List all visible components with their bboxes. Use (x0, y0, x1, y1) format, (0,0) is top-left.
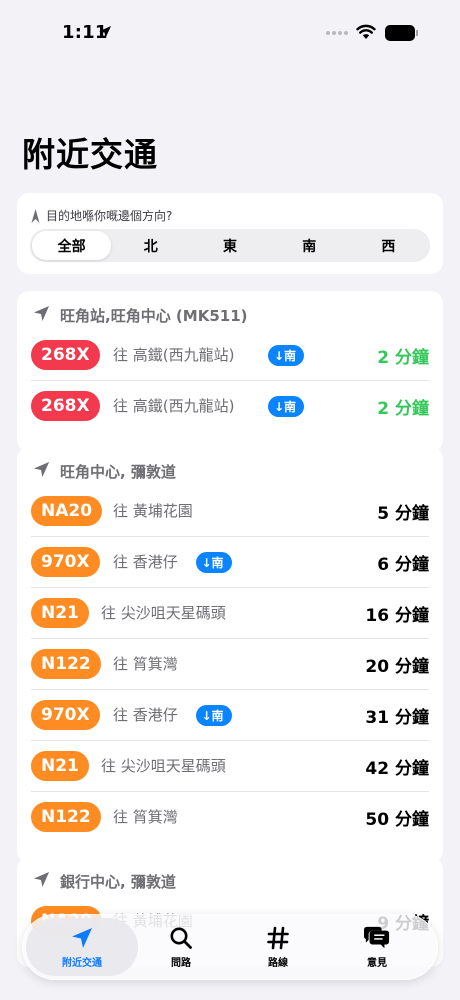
tab-directions[interactable]: 問路 (133, 914, 229, 980)
destination-label: 往 高鐵(西九龍站) (113, 346, 235, 364)
tab-bar: 附近交通 問路 路線 意見 (22, 914, 438, 980)
compass-person-icon (31, 208, 40, 223)
eta-label: 16 分鐘 (365, 606, 429, 626)
destination-label: 往 香港仔 (113, 553, 178, 571)
stop-name: 旺角中心, 彌敦道 (60, 463, 176, 481)
page-title: 附近交通 (22, 135, 158, 174)
eta-row[interactable]: 268X 往 高鐵(西九龍站) ↓南 2 分鐘 (31, 381, 429, 432)
destination-label: 往 尖沙咀天星碼頭 (101, 604, 226, 622)
eta-label: 6 分鐘 (377, 555, 429, 575)
location-services-icon (99, 26, 111, 38)
direction-option-east[interactable]: 東 (190, 231, 269, 260)
tab-feedback[interactable]: 意見 (329, 914, 425, 980)
direction-option-south[interactable]: 南 (270, 231, 349, 260)
route-number-badge: 268X (31, 391, 100, 421)
destination-label: 往 高鐵(西九龍站) (113, 397, 235, 415)
eta-row[interactable]: 268X 往 高鐵(西九龍站) ↓南 2 分鐘 (31, 330, 429, 381)
direction-badge: ↓南 (195, 705, 232, 726)
eta-row[interactable]: N122 往 筲箕灣 50 分鐘 (31, 792, 429, 843)
tab-routes-label: 路線 (268, 958, 288, 969)
hashtag-icon (265, 925, 291, 951)
direction-badge: ↓南 (195, 552, 232, 573)
eta-label: 2 分鐘 (377, 348, 429, 368)
destination-label: 往 黃埔花園 (113, 502, 193, 520)
direction-hint: 目的地喺你嘅邊個方向? (31, 207, 172, 224)
direction-option-west[interactable]: 西 (349, 231, 428, 260)
eta-row[interactable]: NA20 往 黃埔花園 5 分鐘 (31, 486, 429, 537)
direction-hint-label: 目的地喺你嘅邊個方向? (46, 209, 173, 223)
location-arrow-icon (69, 925, 95, 951)
eta-row[interactable]: N122 往 筲箕灣 20 分鐘 (31, 639, 429, 690)
eta-label: 31 分鐘 (365, 708, 429, 728)
location-arrow-icon (33, 871, 50, 892)
destination-label: 往 香港仔 (113, 706, 178, 724)
eta-label: 20 分鐘 (365, 657, 429, 677)
direction-segmented-control: 全部 北 東 南 西 (30, 229, 430, 262)
route-number-badge: 970X (31, 547, 100, 577)
direction-option-north[interactable]: 北 (111, 231, 190, 260)
location-arrow-icon (33, 461, 50, 482)
destination-label: 往 筲箕灣 (113, 655, 178, 673)
direction-option-all[interactable]: 全部 (32, 231, 112, 260)
stop-header: 旺角站,旺角中心 (MK511) (33, 305, 248, 326)
location-arrow-icon (33, 305, 50, 326)
feedback-bubbles-icon (364, 925, 390, 951)
eta-row[interactable]: N21 往 尖沙咀天星碼頭 16 分鐘 (31, 588, 429, 639)
eta-label: 2 分鐘 (377, 399, 429, 419)
stop-name: 旺角站,旺角中心 (MK511) (60, 307, 248, 325)
direction-badge: ↓南 (268, 345, 305, 366)
status-bar: 1:11 (0, 0, 460, 62)
stop-header: 銀行中心, 彌敦道 (33, 871, 176, 892)
stop-card: 旺角站,旺角中心 (MK511) 268X 往 高鐵(西九龍站) ↓南 2 分鐘 268X… (17, 291, 443, 452)
eta-label: 5 分鐘 (377, 504, 429, 524)
tab-nearby[interactable]: 附近交通 (34, 914, 130, 980)
destination-label: 往 尖沙咀天星碼頭 (101, 757, 226, 775)
eta-label: 42 分鐘 (365, 759, 429, 779)
stop-card: 旺角中心, 彌敦道 NA20 往 黃埔花園 5 分鐘 970X 往 香港仔 ↓南 6 分鐘 N2… (17, 447, 443, 863)
direction-badge: ↓南 (268, 396, 305, 417)
eta-label: 50 分鐘 (365, 810, 429, 830)
stop-header: 旺角中心, 彌敦道 (33, 461, 176, 482)
battery-icon (385, 25, 418, 41)
eta-row[interactable]: N21 往 尖沙咀天星碼頭 42 分鐘 (31, 741, 429, 792)
eta-row[interactable]: 970X 往 香港仔 ↓南 31 分鐘 (31, 690, 429, 741)
destination-label: 往 筲箕灣 (113, 808, 178, 826)
direction-filter-card: 目的地喺你嘅邊個方向? 全部 北 東 南 西 (17, 193, 443, 274)
route-number-badge: 970X (31, 700, 100, 730)
tab-nearby-label: 附近交通 (62, 958, 102, 969)
route-number-badge: N21 (31, 598, 89, 628)
tab-feedback-label: 意見 (367, 958, 387, 969)
tab-directions-label: 問路 (171, 958, 191, 969)
tab-routes[interactable]: 路線 (230, 914, 326, 980)
eta-row[interactable]: 970X 往 香港仔 ↓南 6 分鐘 (31, 537, 429, 588)
route-number-badge: N122 (31, 802, 101, 832)
search-icon (168, 925, 194, 951)
route-number-badge: N122 (31, 649, 101, 679)
signal-dots-icon (326, 31, 348, 35)
route-number-badge: NA20 (31, 496, 103, 526)
route-number-badge: 268X (31, 340, 100, 370)
route-number-badge: N21 (31, 751, 89, 781)
stop-name: 銀行中心, 彌敦道 (60, 873, 176, 891)
wifi-icon (356, 24, 376, 39)
